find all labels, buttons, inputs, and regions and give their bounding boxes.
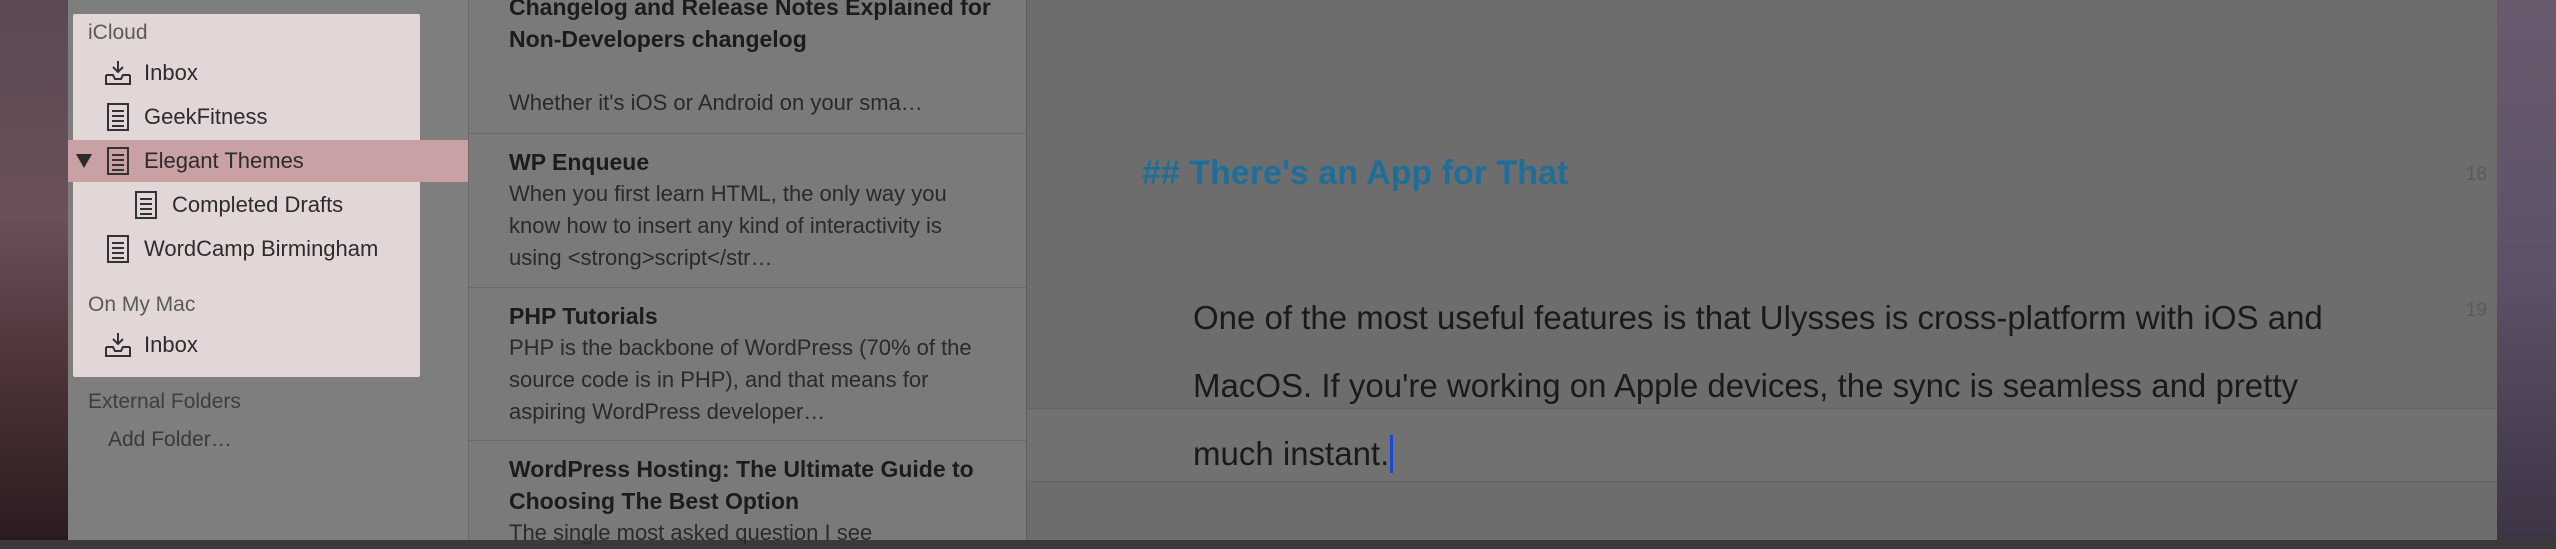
line-number: 19: [2465, 300, 2487, 321]
text-caret: [1390, 435, 1394, 473]
line-number: 18: [2465, 164, 2487, 185]
sidebar-item-label: GeekFitness: [144, 104, 268, 129]
sheet-excerpt: Whether it's iOS or Android on your sma…: [509, 90, 923, 115]
sheet-excerpt: The single most asked question I see: [509, 520, 873, 545]
document-icon: [102, 145, 134, 177]
inbox-icon: [102, 329, 134, 361]
sheet-title: WordPress Hosting: The Ultimate Guide to…: [509, 456, 974, 514]
sidebar-item-geekfitness[interactable]: GeekFitness: [68, 96, 468, 138]
sidebar-item-label: Elegant Themes: [144, 148, 304, 173]
icloud-section-header: iCloud: [88, 21, 148, 44]
markdown-heading[interactable]: ## There's an App for That: [1142, 154, 1568, 193]
sheet-item[interactable]: PHP Tutorials PHP is the backbone of Wor…: [469, 288, 1027, 441]
sheet-excerpt: When you first learn HTML, the only way …: [509, 181, 947, 270]
sheet-item[interactable]: Changelog and Release Notes Explained fo…: [469, 0, 1027, 134]
sidebar-item-label: Completed Drafts: [172, 192, 344, 217]
external-folders-header: External Folders: [88, 390, 241, 413]
ulysses-window: iCloud Inbox GeekFitness Elegant Themes: [68, 0, 2497, 545]
sheet-title: PHP Tutorials: [509, 303, 658, 329]
sheet-item[interactable]: WordPress Hosting: The Ultimate Guide to…: [469, 441, 1027, 545]
on-my-mac-section-header: On My Mac: [88, 293, 196, 316]
sidebar-item-label: Inbox: [144, 60, 198, 85]
document-icon: [102, 101, 134, 133]
add-folder-button[interactable]: Add Folder…: [108, 428, 232, 452]
sheet-item[interactable]: WP Enqueue When you first learn HTML, th…: [469, 134, 1027, 288]
sheet-excerpt: PHP is the backbone of WordPress (70% of…: [509, 335, 972, 424]
editor-pane[interactable]: ## There's an App for That 18 One of the…: [1026, 0, 2497, 540]
paragraph-text: One of the most useful features is that …: [1193, 299, 2323, 472]
document-icon: [102, 233, 134, 265]
desktop-wallpaper-right: [2496, 0, 2556, 540]
sidebar-item-mac-inbox[interactable]: Inbox: [68, 324, 468, 366]
sidebar-item-wordcamp-birmingham[interactable]: WordCamp Birmingham: [68, 228, 468, 270]
desktop-wallpaper-left: [0, 0, 68, 540]
sidebar-item-completed-drafts[interactable]: Completed Drafts: [68, 184, 468, 226]
sidebar-item-elegant-themes[interactable]: Elegant Themes: [68, 140, 468, 182]
sidebar-item-icloud-inbox[interactable]: Inbox: [68, 52, 468, 94]
sheet-title: Changelog and Release Notes Explained fo…: [509, 0, 991, 52]
disclosure-triangle-icon[interactable]: [76, 154, 92, 168]
sheet-title: WP Enqueue: [509, 149, 650, 175]
library-sidebar: iCloud Inbox GeekFitness Elegant Themes: [68, 0, 468, 540]
sheet-list: Changelog and Release Notes Explained fo…: [468, 0, 1027, 545]
document-icon: [130, 189, 162, 221]
editor-paragraph[interactable]: One of the most useful features is that …: [1193, 284, 2323, 488]
sidebar-item-label: WordCamp Birmingham: [144, 236, 379, 261]
inbox-icon: [102, 57, 134, 89]
sidebar-item-label: Inbox: [144, 332, 198, 357]
